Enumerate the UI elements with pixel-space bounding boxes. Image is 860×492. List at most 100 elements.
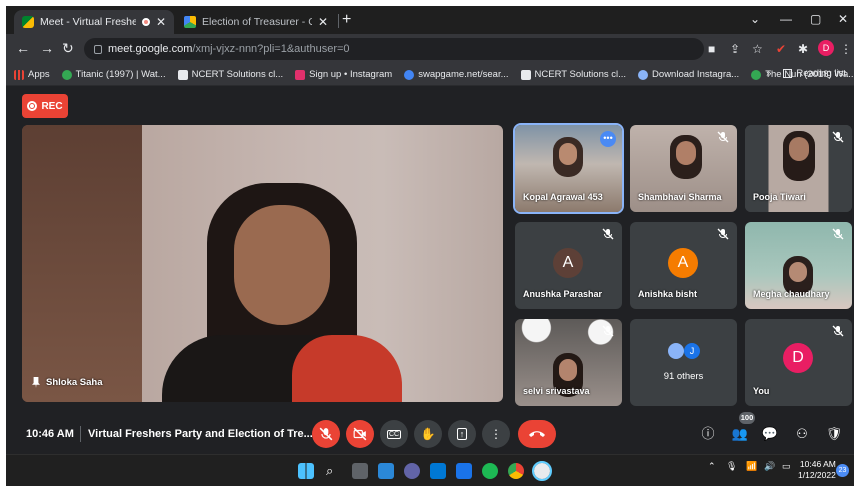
pin-icon[interactable]	[32, 377, 40, 388]
record-icon	[27, 101, 38, 111]
activities-icon[interactable]: ⚇	[792, 424, 812, 444]
tab-search-icon[interactable]: ⌄	[750, 12, 760, 26]
tab-docs[interactable]: Election of Treasurer - Google Docs ✕	[176, 10, 336, 34]
new-tab-button[interactable]: +	[342, 11, 351, 29]
bookmark-item[interactable]: NCERT Solutions cl...	[177, 69, 283, 80]
widgets-icon[interactable]	[378, 463, 394, 479]
meet-favicon-icon	[22, 16, 34, 28]
main-speaker-name: Shloka Saha	[46, 377, 103, 388]
present-screen-icon: ↑	[456, 428, 468, 440]
reading-list-icon	[783, 69, 793, 78]
participant-tile[interactable]: Megha chaudhary	[745, 222, 852, 309]
search-icon[interactable]: ⌕	[326, 463, 342, 479]
participant-name: Anishka bisht	[638, 289, 698, 299]
main-speaker-video[interactable]: Shloka Saha	[22, 125, 503, 402]
participant-tile[interactable]: A Anushka Parashar	[515, 222, 622, 309]
present-button[interactable]: ↑	[448, 420, 476, 448]
chrome-icon[interactable]	[508, 463, 524, 479]
mic-toggle-button[interactable]	[312, 420, 340, 448]
people-icon[interactable]: 👥	[730, 424, 750, 444]
participant-face	[789, 262, 807, 282]
share-icon[interactable]: ⇪	[730, 42, 740, 56]
browser-menu-icon[interactable]: ⋮	[840, 42, 852, 56]
minimize-button[interactable]: —	[780, 12, 792, 26]
extension-icon[interactable]: ✔	[776, 42, 786, 56]
spotify-icon[interactable]	[482, 463, 498, 479]
battery-icon[interactable]: ▭	[782, 461, 791, 472]
participant-name: selvi srivastava	[523, 386, 590, 396]
bookmarks-overflow-button[interactable]: »	[766, 68, 771, 79]
self-tile[interactable]: D You	[745, 319, 852, 406]
participant-tile[interactable]: ••• Kopal Agrawal 453	[513, 123, 624, 214]
participant-name: Pooja Tiwari	[753, 192, 806, 202]
volume-icon[interactable]: 🔊	[764, 461, 775, 472]
tab-meet[interactable]: Meet - Virtual Freshers Party ✕	[14, 10, 174, 34]
reading-list-button[interactable]: Reading list	[783, 68, 846, 79]
tab-title: Meet - Virtual Freshers Party	[40, 16, 136, 28]
participant-tile[interactable]: A Anishka bisht	[630, 222, 737, 309]
taskbar: ⌕ ⌃ 🎙 📶 🔊 ▭ 10:46 AM 1/12/2022 23	[6, 454, 854, 486]
participant-tile[interactable]: Pooja Tiwari	[745, 125, 852, 212]
chrome-profile-icon[interactable]	[532, 461, 552, 481]
wifi-icon[interactable]: 📶	[746, 461, 757, 472]
more-options-button[interactable]: ⋮	[482, 420, 510, 448]
participant-name: Anushka Parashar	[523, 289, 603, 299]
speaker-figure	[292, 335, 402, 402]
participant-tile[interactable]: Shambhavi Sharma	[630, 125, 737, 212]
mail-icon[interactable]	[430, 463, 446, 479]
bookmark-apps[interactable]: Apps	[14, 69, 50, 80]
camera-in-use-icon[interactable]: ■	[708, 42, 715, 56]
teams-chat-icon[interactable]	[404, 463, 420, 479]
more-options-icon[interactable]: •••	[600, 131, 616, 147]
recording-indicator-icon	[141, 18, 150, 26]
participant-face	[559, 359, 577, 381]
bookmark-item[interactable]: Sign up • Instagram	[295, 69, 392, 80]
bookmark-favicon-icon	[520, 69, 531, 80]
bookmark-label: Download Instagra...	[652, 69, 740, 80]
camera-toggle-button[interactable]	[346, 420, 374, 448]
screenshot-frame: Meet - Virtual Freshers Party ✕ Election…	[0, 0, 860, 492]
task-view-icon[interactable]	[352, 463, 368, 479]
address-toolbar: ← → ↻ meet.google.com/xmj-vjxz-nnn?pli=1…	[6, 34, 854, 64]
forward-icon[interactable]: →	[40, 40, 54, 56]
notification-badge[interactable]: 23	[836, 464, 849, 477]
store-icon[interactable]	[456, 463, 472, 479]
mic-off-icon	[319, 427, 333, 441]
extensions-puzzle-icon[interactable]: ✱	[798, 42, 808, 56]
back-icon[interactable]: ←	[16, 40, 30, 56]
participant-mini-avatar: J	[684, 343, 700, 359]
chat-icon[interactable]: 💬	[760, 424, 780, 444]
profile-avatar[interactable]: D	[818, 40, 834, 56]
bookmark-favicon-icon	[751, 69, 762, 80]
bookmark-item[interactable]: NCERT Solutions cl...	[520, 69, 626, 80]
participant-face	[559, 143, 577, 165]
microphone-icon[interactable]: 🎙	[726, 461, 737, 472]
bookmark-item[interactable]: swapgame.net/sear...	[404, 69, 509, 80]
close-tab-icon[interactable]: ✕	[318, 15, 328, 29]
bookmark-favicon-icon	[177, 69, 188, 80]
host-controls-icon[interactable]: 🛡	[824, 424, 844, 444]
show-hidden-icons-icon[interactable]: ⌃	[708, 461, 716, 472]
captions-button[interactable]: CC	[380, 420, 408, 448]
participant-tile[interactable]: selvi srivastava	[515, 319, 622, 406]
others-tile[interactable]: J 91 others	[630, 319, 737, 406]
system-clock[interactable]: 10:46 AM 1/12/2022	[798, 459, 836, 481]
mic-off-icon	[602, 228, 614, 240]
bookmark-item[interactable]: Download Instagra...	[638, 69, 739, 80]
raise-hand-button[interactable]: ✋	[414, 420, 442, 448]
participant-name: Shambhavi Sharma	[638, 192, 722, 202]
address-bar[interactable]: meet.google.com/xmj-vjxz-nnn?pli=1&authu…	[84, 38, 704, 60]
reload-icon[interactable]: ↻	[62, 40, 74, 57]
reading-list-label: Reading list	[796, 68, 846, 79]
leave-call-button[interactable]	[518, 420, 556, 448]
meeting-details-icon[interactable]: ⓘ	[698, 424, 718, 444]
bookmark-item[interactable]: Titanic (1997) | Wat...	[61, 69, 166, 80]
close-window-button[interactable]: ✕	[838, 12, 848, 26]
recording-badge[interactable]: REC	[22, 94, 68, 118]
restore-button[interactable]: ▢	[810, 12, 821, 26]
close-tab-icon[interactable]: ✕	[156, 15, 166, 29]
start-icon[interactable]	[298, 463, 314, 479]
bookmark-star-icon[interactable]: ☆	[752, 42, 763, 56]
mic-off-icon	[832, 228, 844, 240]
bookmark-label: Apps	[28, 69, 50, 80]
